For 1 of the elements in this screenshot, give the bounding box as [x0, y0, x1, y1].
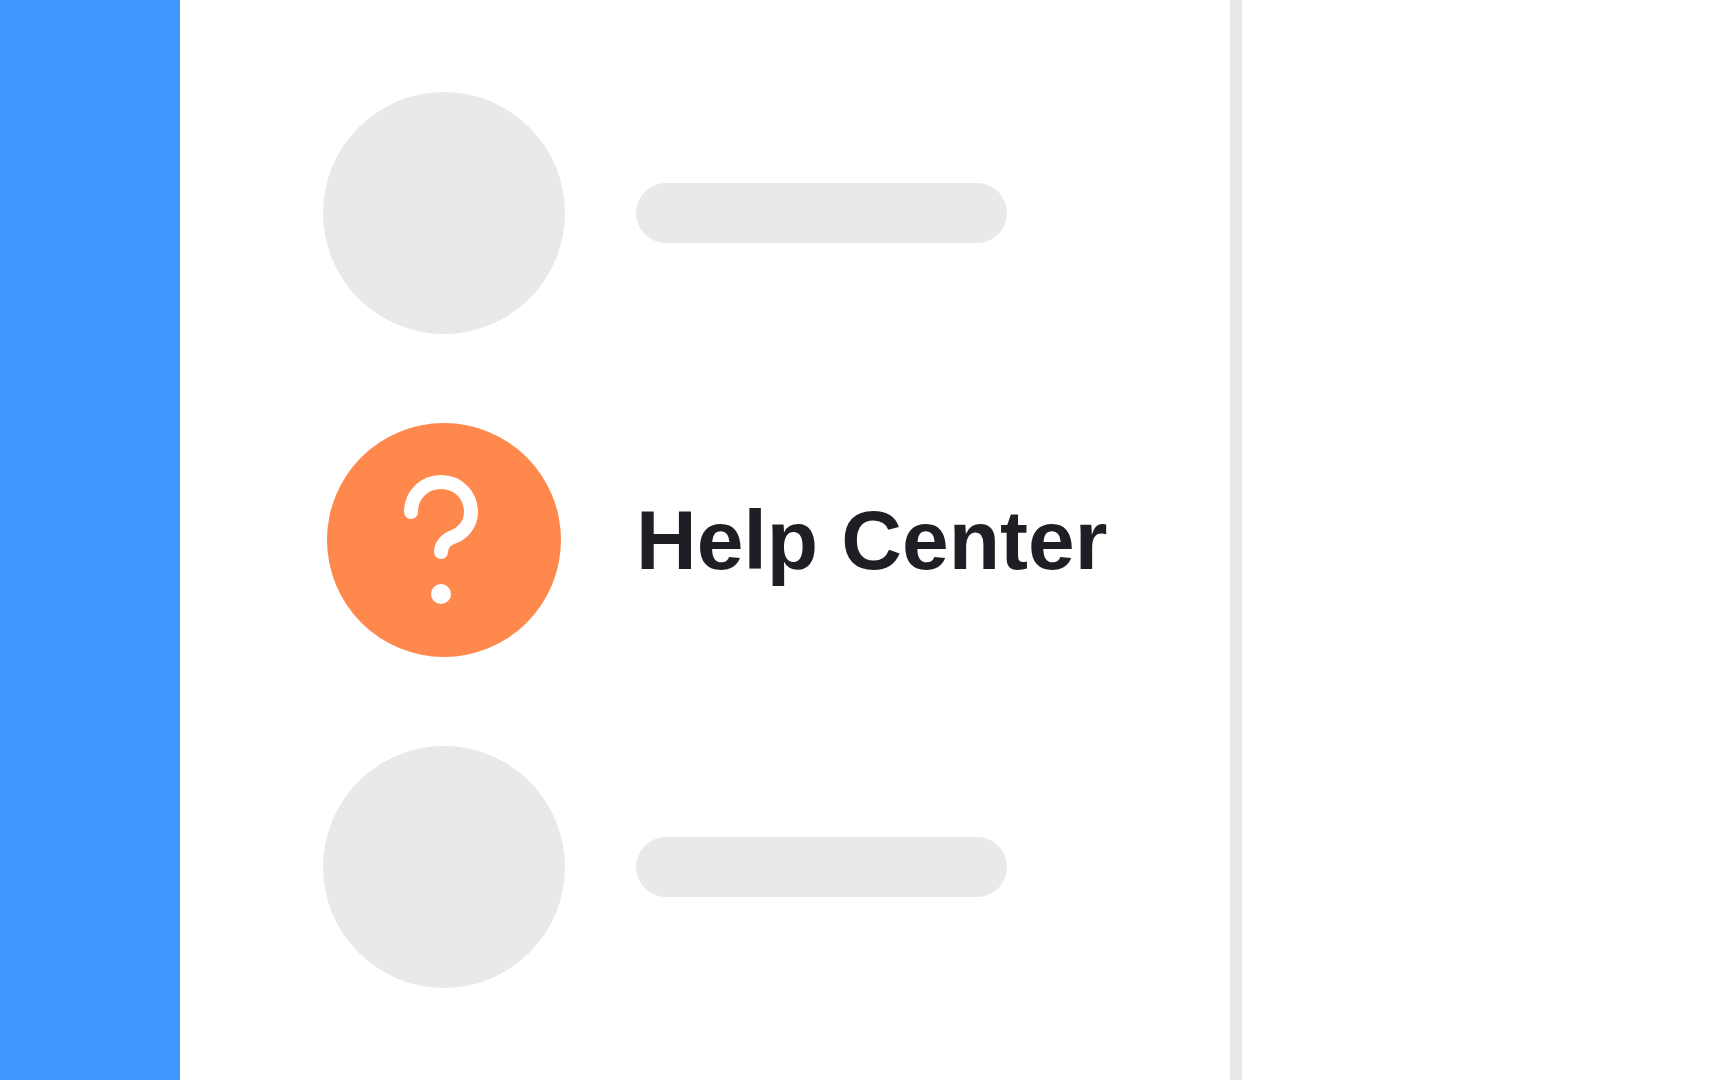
help-center-label[interactable]: Help Center	[636, 491, 1108, 589]
